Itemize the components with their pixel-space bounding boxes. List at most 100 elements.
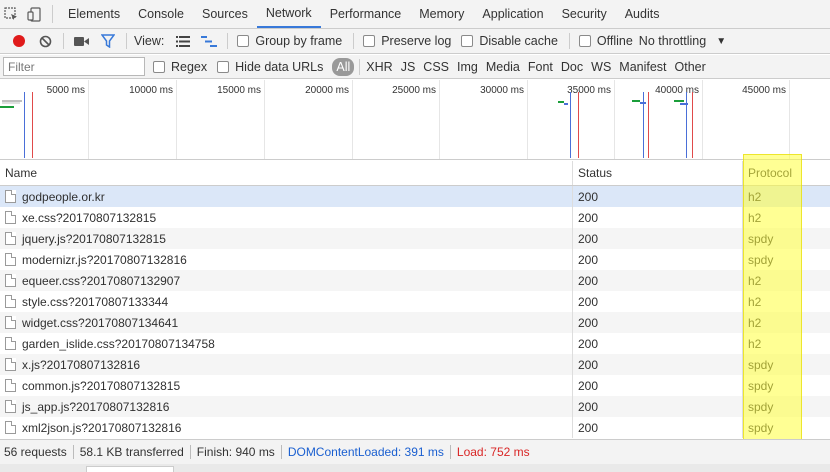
table-header: Name Status Protocol (0, 161, 830, 186)
status-cell: 200 (573, 207, 743, 228)
table-row[interactable]: equeer.css?20170807132907 200 h2 (0, 270, 830, 291)
record-button[interactable] (6, 31, 32, 51)
name-cell: xe.css?20170807132815 (0, 207, 573, 228)
document-icon (5, 295, 16, 308)
load-marker (648, 92, 649, 158)
summary-separator (280, 445, 282, 459)
network-overview-timeline[interactable]: 5000 ms 10000 ms 15000 ms 20000 ms 25000… (0, 80, 830, 160)
document-icon (5, 421, 16, 434)
filter-toggle-button[interactable] (95, 31, 121, 51)
tab-security[interactable]: Security (553, 0, 616, 28)
request-name: godpeople.or.kr (22, 189, 105, 204)
table-row[interactable]: garden_islide.css?20170807134758 200 h2 (0, 333, 830, 354)
tab-application[interactable]: Application (473, 0, 552, 28)
filter-type-js[interactable]: JS (397, 60, 420, 74)
screenshot-capture-button[interactable] (69, 31, 95, 51)
regex-label: Regex (171, 59, 208, 74)
hide-data-urls-option[interactable]: Hide data URLs (213, 60, 323, 74)
group-by-frame-checkbox[interactable] (237, 35, 250, 47)
request-count: 56 requests (4, 445, 67, 459)
request-name: modernizr.js?20170807132816 (22, 252, 187, 267)
tab-sources[interactable]: Sources (193, 0, 257, 28)
video-camera-icon (74, 36, 89, 46)
protocol-cell: h2 (748, 315, 762, 330)
toolbar-separator (353, 33, 355, 49)
name-cell: xml2json.js?20170807132816 (0, 417, 573, 438)
load-marker (692, 92, 693, 158)
request-name: common.js?20170807132815 (22, 378, 181, 393)
group-by-frame-option[interactable]: Group by frame (233, 34, 342, 48)
table-row[interactable]: common.js?20170807132815 200 spdy (0, 375, 830, 396)
hide-data-urls-checkbox[interactable] (217, 60, 230, 73)
column-header-status[interactable]: Status (573, 161, 743, 185)
tab-performance[interactable]: Performance (321, 0, 411, 28)
transferred-size: 58.1 KB transferred (79, 445, 184, 459)
overview-tick-label: 45000 ms (742, 85, 786, 96)
filter-type-img[interactable]: Img (453, 60, 482, 74)
disable-cache-label: Disable cache (479, 34, 558, 48)
table-row[interactable]: style.css?20170807133344 200 h2 (0, 291, 830, 312)
filter-type-doc[interactable]: Doc (557, 60, 587, 74)
clear-icon (39, 35, 51, 47)
filter-type-xhr[interactable]: XHR (362, 60, 396, 74)
preserve-log-label: Preserve log (381, 34, 452, 48)
filter-type-media[interactable]: Media (482, 60, 524, 74)
preserve-log-option[interactable]: Preserve log (359, 34, 451, 48)
document-icon (5, 379, 16, 392)
filter-type-other[interactable]: Other (671, 60, 710, 74)
list-view-icon (176, 35, 191, 47)
table-row[interactable]: xml2json.js?20170807132816 200 spdy (0, 417, 830, 438)
offline-checkbox[interactable] (578, 35, 591, 47)
table-row[interactable]: js_app.js?20170807132816 200 spdy (0, 396, 830, 417)
column-header-protocol[interactable]: Protocol (743, 161, 830, 185)
tab-network[interactable]: Network (256, 0, 321, 28)
status-cell: 200 (573, 312, 743, 333)
table-row[interactable]: jquery.js?20170807132815 200 spdy (0, 228, 830, 249)
column-header-name[interactable]: Name (0, 161, 573, 185)
document-icon (5, 358, 16, 371)
large-rows-button[interactable] (170, 31, 196, 51)
disable-cache-option[interactable]: Disable cache (457, 34, 558, 48)
filter-input[interactable] (3, 57, 145, 76)
dropdown-triangle-icon: ▼ (716, 35, 727, 47)
finish-time: Finish: 940 ms (196, 445, 275, 459)
request-bar (674, 100, 684, 102)
table-row[interactable]: widget.css?20170807134641 200 h2 (0, 312, 830, 333)
filter-type-ws[interactable]: WS (587, 60, 615, 74)
drawer-tab[interactable] (86, 466, 174, 472)
filter-type-all[interactable]: All (332, 57, 355, 76)
regex-checkbox[interactable] (153, 60, 165, 73)
overview-gridline (614, 80, 615, 159)
table-row[interactable]: x.js?20170807132816 200 spdy (0, 354, 830, 375)
request-name: xml2json.js?20170807132816 (22, 420, 182, 435)
offline-label: Offline (596, 34, 633, 48)
status-cell: 200 (573, 270, 743, 291)
filter-type-font[interactable]: Font (524, 60, 557, 74)
device-toolbar-icon[interactable] (23, 0, 46, 28)
throttling-select[interactable]: No throttling ▼ (639, 34, 726, 48)
disable-cache-checkbox[interactable] (461, 35, 474, 47)
waterfall-overview-button[interactable] (196, 31, 222, 51)
tab-console[interactable]: Console (129, 0, 193, 28)
clear-button[interactable] (32, 31, 58, 51)
tab-elements[interactable]: Elements (59, 0, 129, 28)
inspect-element-icon[interactable] (0, 0, 23, 28)
regex-option[interactable]: Regex (149, 60, 207, 74)
preserve-log-checkbox[interactable] (363, 35, 376, 47)
table-row[interactable]: godpeople.or.kr 200 h2 (0, 186, 830, 207)
name-cell: common.js?20170807132815 (0, 375, 573, 396)
record-icon (13, 35, 25, 47)
filter-bar: Regex Hide data URLs All XHR JS CSS Img … (0, 55, 830, 79)
overview-tick-label: 10000 ms (129, 85, 173, 96)
document-icon (5, 400, 16, 413)
table-row[interactable]: xe.css?20170807132815 200 h2 (0, 207, 830, 228)
request-name: x.js?20170807132816 (22, 357, 141, 372)
filter-type-manifest[interactable]: Manifest (615, 60, 670, 74)
table-row[interactable]: modernizr.js?20170807132816 200 spdy (0, 249, 830, 270)
dom-content-loaded-marker (570, 92, 571, 158)
name-cell: js_app.js?20170807132816 (0, 396, 573, 417)
tab-memory[interactable]: Memory (410, 0, 473, 28)
tab-audits[interactable]: Audits (616, 0, 669, 28)
offline-option[interactable]: Offline (575, 34, 633, 48)
filter-type-css[interactable]: CSS (419, 60, 453, 74)
